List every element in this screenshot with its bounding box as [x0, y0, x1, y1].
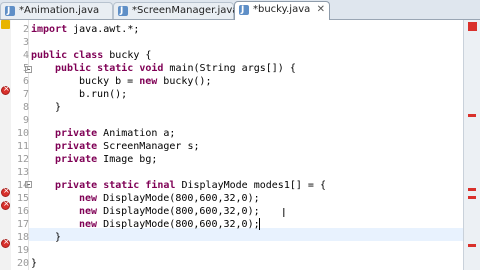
- mouse-ibeam-cursor: I: [282, 206, 286, 220]
- java-file-icon: [5, 3, 15, 19]
- code-line: 8 }: [22, 102, 62, 113]
- code-line: 9: [22, 115, 29, 126]
- tab-label: *Animation.java: [19, 5, 100, 16]
- code-line: 13: [16, 167, 29, 178]
- editor-tab-bar: *Animation.java *ScreenManager.java *buc…: [0, 0, 480, 20]
- code-line: 11 private ScreenManager s;: [16, 141, 200, 152]
- tab-animation-java[interactable]: *Animation.java: [0, 2, 113, 19]
- code-line: 4 public class bucky {: [22, 50, 152, 61]
- error-summary-icon[interactable]: [468, 22, 477, 31]
- tab-label: *ScreenManager.java: [132, 5, 239, 16]
- overview-ruler[interactable]: [463, 20, 480, 270]
- code-line: 14 private static final DisplayMode mode…: [16, 180, 326, 191]
- error-marker[interactable]: [468, 114, 476, 117]
- tab-bucky-java[interactable]: *bucky.java ✕: [234, 1, 330, 20]
- tab-screenmanager-java[interactable]: *ScreenManager.java: [113, 2, 238, 19]
- error-marker[interactable]: [468, 188, 476, 191]
- code-line: 3: [22, 37, 29, 48]
- code-area[interactable]: 2 import java.awt.*; 3 4 public class bu…: [16, 20, 463, 270]
- code-line: 5 public static void main(String args[])…: [22, 63, 296, 74]
- tab-label: *bucky.java: [253, 4, 311, 15]
- java-file-icon: [118, 3, 128, 19]
- error-marker[interactable]: [468, 244, 476, 247]
- code-line: 10 private Animation a;: [16, 128, 176, 139]
- text-caret: [259, 218, 260, 230]
- code-line: 16 new DisplayMode(800,600,32,0);: [16, 206, 260, 217]
- error-marker[interactable]: [468, 196, 476, 199]
- code-line: 20 }: [16, 258, 38, 269]
- code-line: 19: [16, 245, 29, 256]
- code-line: 18 }: [16, 232, 62, 243]
- code-line: 17 new DisplayMode(800,600,32,0);: [16, 218, 260, 230]
- java-file-icon: [239, 2, 249, 18]
- code-line: 15 new DisplayMode(800,600,32,0);: [16, 193, 260, 204]
- code-line: 2 import java.awt.*;: [22, 24, 140, 35]
- code-line: 7 b.run();: [22, 89, 128, 100]
- close-tab-icon[interactable]: ✕: [317, 2, 325, 18]
- code-line: 12 private Image bg;: [16, 154, 158, 165]
- code-editor[interactable]: 2 import java.awt.*; 3 4 public class bu…: [0, 20, 463, 270]
- code-line: 6 bucky b = new bucky();: [22, 76, 212, 87]
